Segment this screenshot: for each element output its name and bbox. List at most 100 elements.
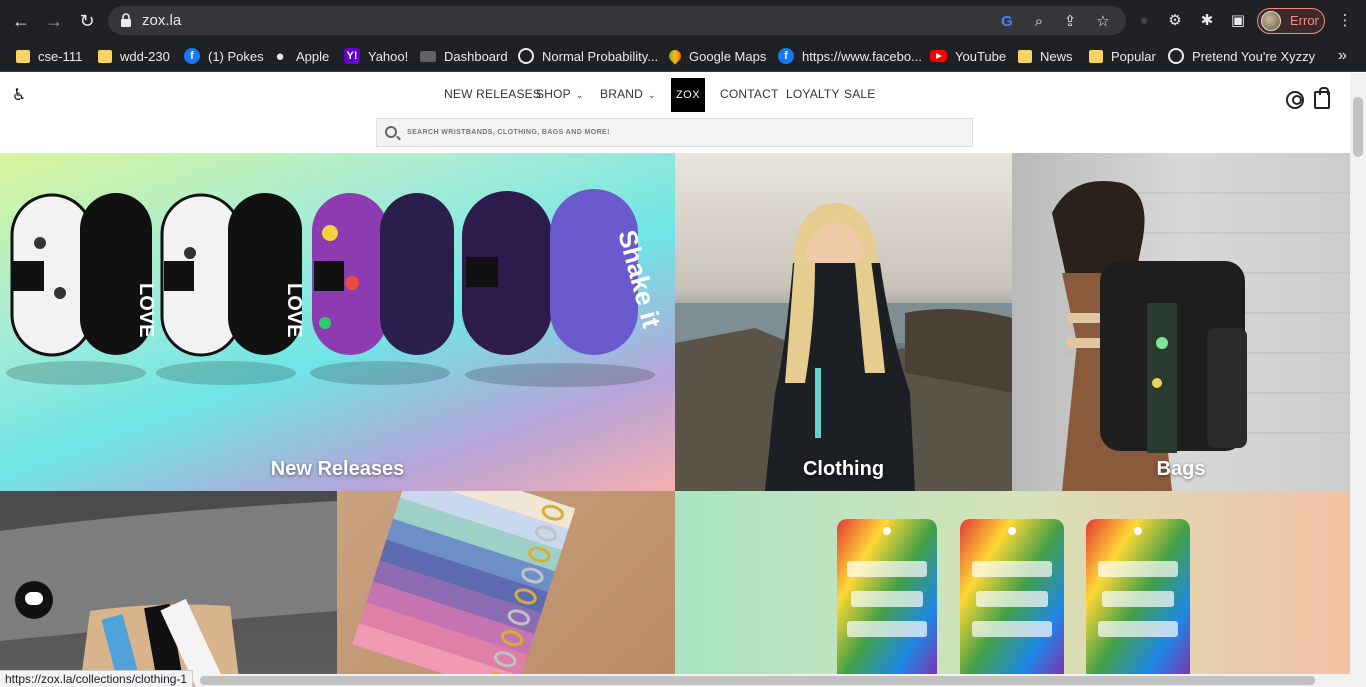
folder-icon bbox=[98, 49, 112, 63]
tile-wristbands-worn[interactable] bbox=[0, 491, 337, 687]
clothing-model-image bbox=[675, 203, 1012, 491]
bookmark-apple[interactable]: ● Apple bbox=[272, 46, 329, 66]
nav-contact[interactable]: CONTACT bbox=[720, 87, 779, 101]
bookmark-cse-111[interactable]: cse-111 bbox=[16, 46, 82, 66]
tile-new-releases[interactable]: LOVE LOVE Shake it New Releases bbox=[0, 153, 675, 491]
globe-icon bbox=[518, 48, 534, 64]
bookmark-facebook-url[interactable]: f https://www.facebo... bbox=[778, 46, 922, 66]
zox-logo[interactable]: ZOX bbox=[671, 78, 705, 112]
bookmark-pokes[interactable]: f (1) Pokes bbox=[184, 46, 264, 66]
facebook-icon: f bbox=[778, 48, 794, 64]
bookmark-label: cse-111 bbox=[38, 48, 83, 64]
svg-text:LOVE: LOVE bbox=[135, 283, 157, 337]
more-bookmarks-chevron-icon[interactable]: » bbox=[1338, 46, 1347, 66]
account-icon[interactable] bbox=[1286, 91, 1304, 109]
bookmark-youtube[interactable]: YouTube bbox=[930, 46, 1006, 66]
svg-text:LOVE: LOVE bbox=[283, 283, 305, 337]
tile-rings[interactable] bbox=[337, 491, 675, 687]
bookmark-normal-probability[interactable]: Normal Probability... bbox=[518, 46, 658, 66]
tile-bags[interactable]: Bags bbox=[1012, 153, 1350, 491]
apple-icon: ● bbox=[275, 47, 285, 65]
bookmark-label: News bbox=[1040, 48, 1073, 64]
bookmark-label: Apple bbox=[296, 48, 330, 64]
bookmark-star-icon[interactable]: ☆ bbox=[1094, 12, 1112, 30]
tile-label-clothing: Clothing bbox=[802, 458, 885, 480]
bookmark-google-maps[interactable]: Google Maps bbox=[666, 46, 767, 66]
tie-dye-packs-image bbox=[837, 519, 1190, 687]
share-icon[interactable]: ⇪ bbox=[1061, 12, 1079, 30]
folder-icon bbox=[1089, 49, 1103, 63]
menu-kebab-icon[interactable]: ⋮ bbox=[1336, 11, 1354, 29]
google-lens-icon[interactable]: G bbox=[998, 12, 1016, 30]
nav-shop[interactable]: SHOP ⌄ bbox=[536, 87, 584, 101]
main-nav: NEW RELEASES SHOP ⌄ BRAND ⌄ ZOX CONTACT LO… bbox=[0, 78, 1350, 112]
nav-loyalty[interactable]: LOYALTY bbox=[786, 87, 840, 101]
bookmark-yahoo[interactable]: Y! Yahoo! bbox=[344, 46, 408, 66]
chat-bubble-icon[interactable] bbox=[15, 581, 53, 619]
search-input[interactable] bbox=[407, 119, 967, 146]
avatar bbox=[1261, 11, 1281, 31]
nav-shop-label: SHOP bbox=[536, 87, 571, 101]
tile-label-bags: Bags bbox=[1156, 458, 1206, 480]
bookmark-label: Yahoo! bbox=[368, 48, 409, 64]
url-text[interactable]: zox.la bbox=[142, 12, 181, 29]
scrollbar-thumb[interactable] bbox=[1353, 97, 1363, 157]
settings-gear-icon[interactable]: ⚙ bbox=[1166, 11, 1184, 29]
globe-icon bbox=[1168, 48, 1184, 64]
browser-toolbar: ← → ↻ zox.la G ⌕ ⇪ ☆ ● ⚙ ✱ ▣ Error ⋮ bbox=[0, 0, 1366, 40]
nav-brand-label: BRAND bbox=[600, 87, 644, 101]
profile-error-label: Error bbox=[1290, 13, 1319, 28]
chevron-down-icon: ⌄ bbox=[648, 90, 656, 100]
tile-packs[interactable] bbox=[675, 491, 1350, 687]
dashboard-icon bbox=[420, 50, 436, 62]
folder-icon bbox=[1018, 49, 1032, 63]
lock-icon bbox=[121, 13, 131, 27]
bookmark-popular[interactable]: Popular bbox=[1089, 46, 1156, 66]
wrist-photo-image bbox=[0, 501, 337, 687]
bookmark-label: Google Maps bbox=[689, 48, 767, 64]
vertical-scrollbar[interactable] bbox=[1350, 73, 1366, 687]
youtube-icon bbox=[930, 50, 947, 62]
bookmark-label: Popular bbox=[1111, 48, 1156, 64]
forward-icon[interactable]: → bbox=[42, 9, 66, 33]
profile-button[interactable]: Error bbox=[1257, 8, 1325, 34]
nav-new-releases[interactable]: NEW RELEASES bbox=[444, 87, 541, 101]
bookmarks-bar: cse-111 wdd-230 f (1) Pokes ● Apple Y! Yaho… bbox=[0, 40, 1366, 72]
cart-icon[interactable] bbox=[1314, 87, 1330, 109]
tile-clothing[interactable]: Clothing bbox=[675, 153, 1012, 491]
zox-page: ♿ NEW RELEASES SHOP ⌄ BRAND ⌄ ZOX CONTACT … bbox=[0, 73, 1350, 687]
search-bar[interactable] bbox=[376, 118, 973, 147]
maps-icon bbox=[666, 47, 684, 65]
bookmark-label: Normal Probability... bbox=[542, 48, 659, 64]
nav-sale[interactable]: SALE bbox=[844, 87, 876, 101]
reload-icon[interactable]: ↻ bbox=[75, 9, 99, 33]
horizontal-scrollbar[interactable] bbox=[200, 674, 1350, 687]
tile-label-new-releases: New Releases bbox=[270, 458, 405, 480]
bookmark-label: Dashboard bbox=[444, 48, 508, 64]
search-icon bbox=[385, 126, 397, 138]
bookmark-pretend-youre-xyzzy[interactable]: Pretend You're Xyzzy bbox=[1168, 46, 1315, 66]
side-panel-icon[interactable]: ▣ bbox=[1229, 11, 1247, 29]
horizontal-scrollbar-thumb[interactable] bbox=[200, 676, 1315, 685]
bookmark-label: wdd-230 bbox=[120, 48, 170, 64]
wristbands-image: LOVE LOVE Shake it bbox=[6, 189, 667, 387]
extension-dark-icon[interactable]: ● bbox=[1135, 11, 1153, 29]
link-status-bar: https://zox.la/collections/clothing-1 bbox=[0, 670, 194, 687]
bookmark-dashboard[interactable]: Dashboard bbox=[420, 46, 508, 66]
back-icon[interactable]: ← bbox=[9, 9, 33, 33]
nav-brand[interactable]: BRAND ⌄ bbox=[600, 87, 656, 101]
rings-image bbox=[352, 491, 576, 687]
extensions-puzzle-icon[interactable]: ✱ bbox=[1198, 11, 1216, 29]
bags-model-image bbox=[1012, 181, 1350, 491]
bookmark-news[interactable]: News bbox=[1018, 46, 1073, 66]
bookmark-wdd-230[interactable]: wdd-230 bbox=[98, 46, 170, 66]
zoom-icon[interactable]: ⌕ bbox=[1030, 12, 1048, 30]
folder-icon bbox=[16, 49, 30, 63]
address-bar[interactable]: zox.la G ⌕ ⇪ ☆ bbox=[108, 6, 1126, 35]
chevron-down-icon: ⌄ bbox=[575, 90, 584, 100]
bookmark-label: Pretend You're Xyzzy bbox=[1192, 48, 1316, 64]
bookmark-label: (1) Pokes bbox=[208, 48, 264, 64]
facebook-icon: f bbox=[184, 48, 200, 64]
bookmark-label: https://www.facebo... bbox=[802, 48, 922, 64]
bookmark-label: YouTube bbox=[955, 48, 1007, 64]
